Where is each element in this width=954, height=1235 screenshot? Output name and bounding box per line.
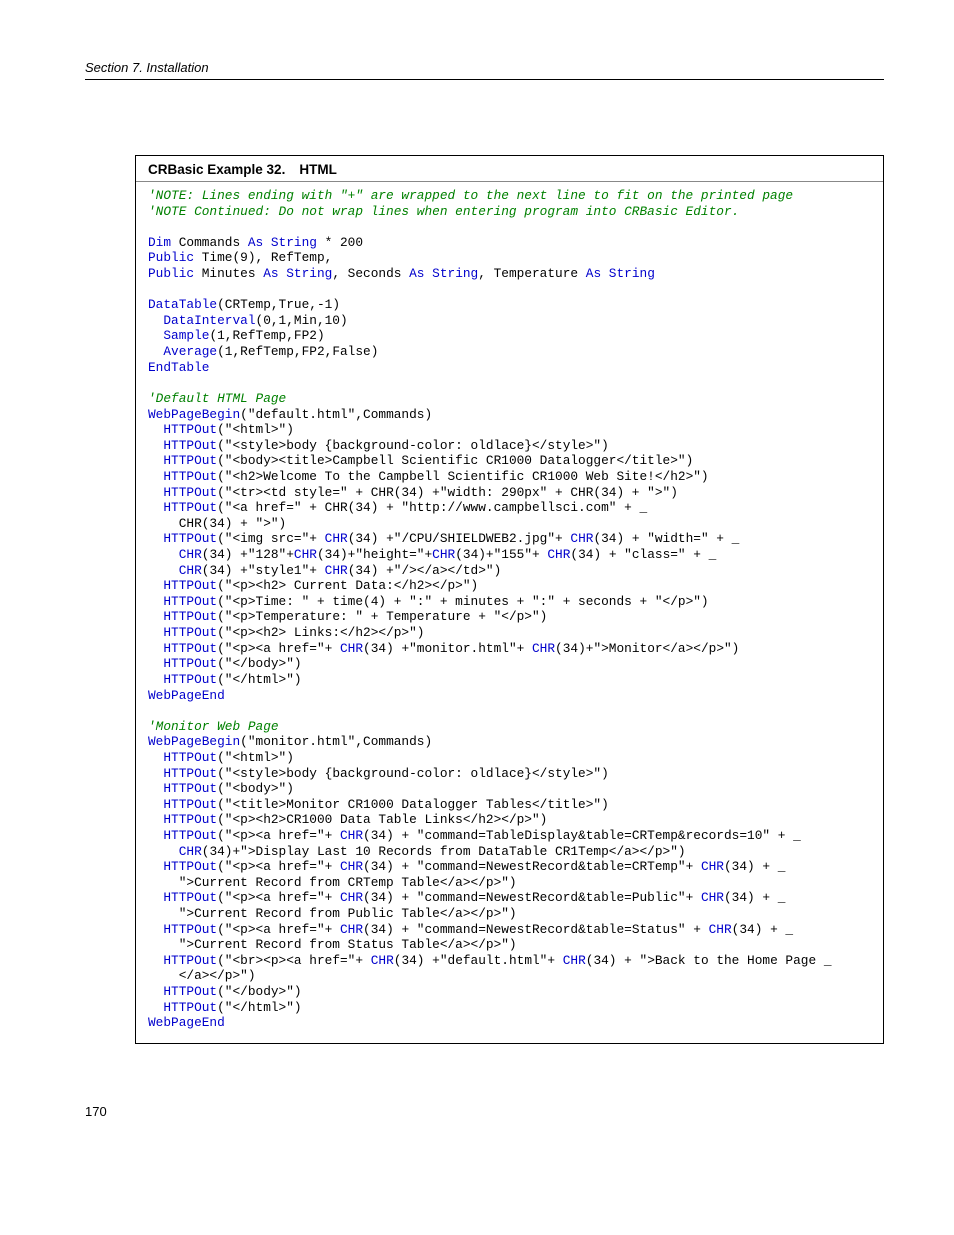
example-title-bar: CRBasic Example 32. HTML [136, 156, 883, 182]
example-number: CRBasic Example 32. [148, 162, 285, 177]
page-header: Section 7. Installation [85, 60, 884, 80]
code-example-box: CRBasic Example 32. HTML 'NOTE: Lines end… [135, 155, 884, 1044]
page-number: 170 [85, 1104, 884, 1119]
example-name: HTML [299, 162, 337, 177]
section-title: Section 7. Installation [85, 60, 884, 79]
code-listing: 'NOTE: Lines ending with "+" are wrapped… [136, 182, 883, 1043]
